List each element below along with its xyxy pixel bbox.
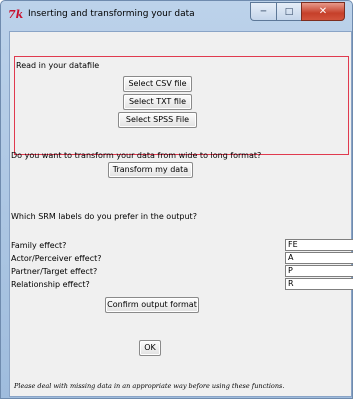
- minimize-icon: ─: [260, 6, 267, 17]
- select-txt-button[interactable]: Select TXT file: [123, 94, 192, 110]
- window-title: Inserting and transforming your data: [28, 9, 195, 19]
- tk-feather-icon: 7k: [8, 8, 24, 21]
- relationship-effect-label: Relationship effect?: [11, 280, 90, 289]
- minimize-button[interactable]: ─: [250, 2, 276, 21]
- confirm-output-format-button[interactable]: Confirm output format: [105, 297, 199, 313]
- maximize-icon: □: [284, 6, 294, 17]
- title-bar[interactable]: 7k Inserting and transforming your data …: [1, 1, 352, 31]
- relationship-effect-input[interactable]: R: [285, 278, 353, 290]
- read-datafile-label: Read in your datafile: [16, 61, 100, 70]
- dialog-window: 7k Inserting and transforming your data …: [0, 0, 353, 399]
- window-controls: ─ □ ✕: [250, 2, 345, 21]
- partner-effect-label: Partner/Target effect?: [11, 267, 98, 276]
- family-effect-label: Family effect?: [11, 241, 67, 250]
- transform-question: Do you want to transform your data from …: [11, 151, 262, 160]
- transform-data-button[interactable]: Transform my data: [108, 162, 193, 178]
- select-spss-button[interactable]: Select SPSS File: [118, 112, 197, 128]
- partner-effect-input[interactable]: P: [285, 265, 353, 277]
- family-effect-input[interactable]: FE: [285, 239, 353, 251]
- close-icon: ✕: [318, 6, 328, 17]
- maximize-button[interactable]: □: [276, 2, 301, 21]
- missing-data-note: Please deal with missing data in an appr…: [14, 382, 285, 390]
- srm-labels-question: Which SRM labels do you prefer in the ou…: [11, 212, 197, 221]
- dialog-body: Read in your datafile Select CSV file Se…: [9, 31, 353, 397]
- actor-effect-input[interactable]: A: [285, 252, 353, 264]
- close-button[interactable]: ✕: [301, 2, 345, 21]
- ok-button[interactable]: OK: [139, 340, 161, 356]
- datafile-frame: Read in your datafile Select CSV file Se…: [14, 56, 349, 155]
- select-csv-button[interactable]: Select CSV file: [123, 76, 192, 92]
- actor-effect-label: Actor/Perceiver effect?: [11, 254, 102, 263]
